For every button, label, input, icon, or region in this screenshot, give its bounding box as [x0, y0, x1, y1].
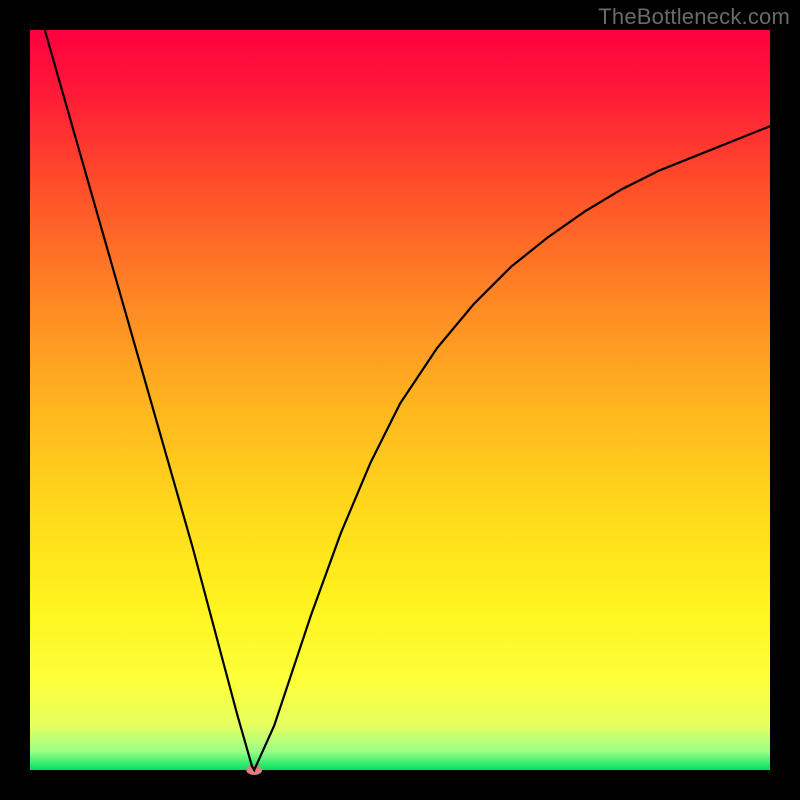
watermark-text: TheBottleneck.com	[598, 4, 790, 30]
plot-background	[30, 30, 770, 770]
chart-container: TheBottleneck.com	[0, 0, 800, 800]
chart-svg	[0, 0, 800, 800]
